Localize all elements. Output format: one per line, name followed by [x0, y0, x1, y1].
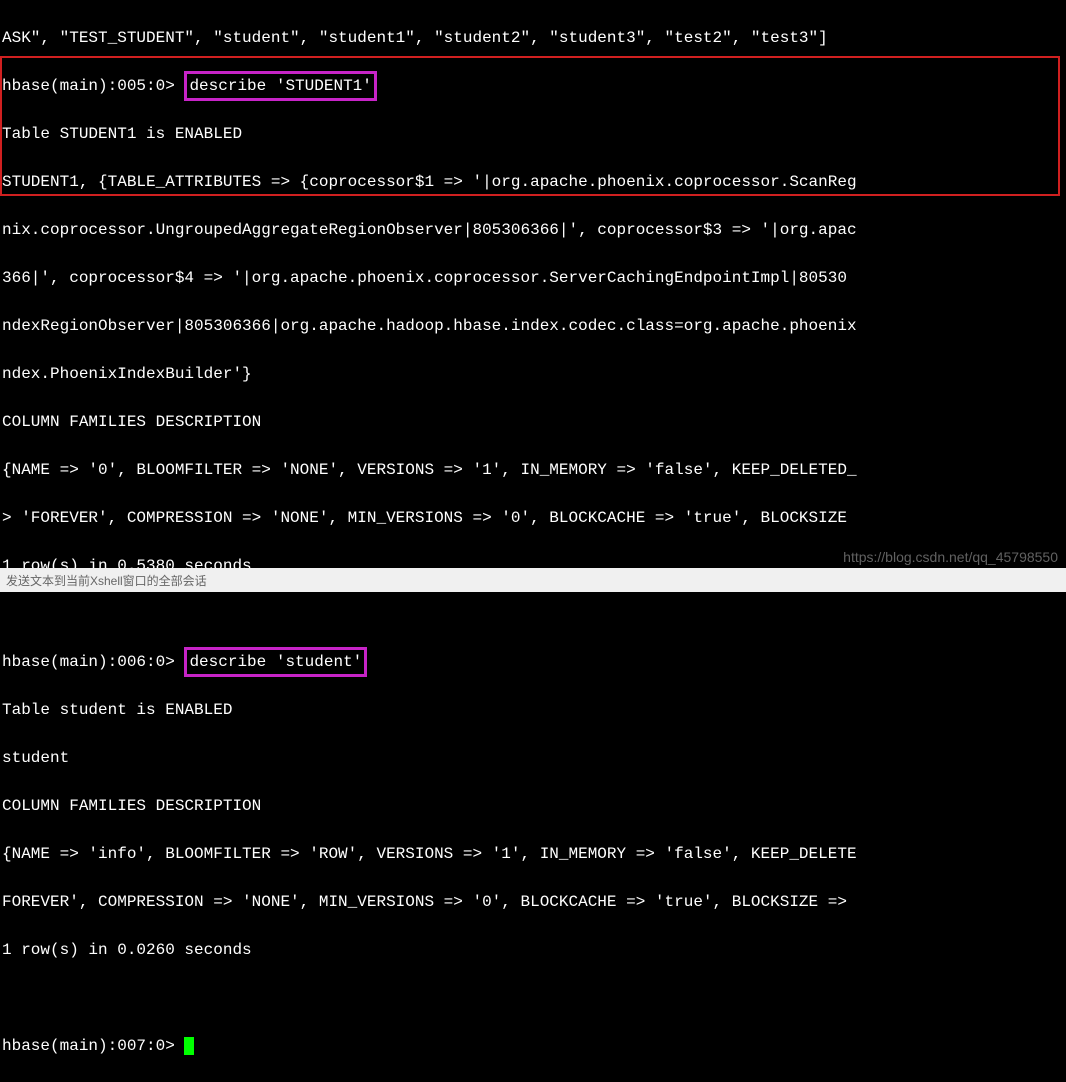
output-line: {NAME => '0', BLOOMFILTER => 'NONE', VER… [2, 458, 1064, 482]
status-bar: 发送文本到当前Xshell窗口的全部会话 [0, 568, 1066, 592]
blank-line [2, 602, 1064, 626]
output-line: ndex.PhoenixIndexBuilder'} [2, 362, 1064, 386]
output-line: STUDENT1, {TABLE_ATTRIBUTES => {coproces… [2, 170, 1064, 194]
output-line: 1 row(s) in 0.0260 seconds [2, 938, 1064, 962]
output-line: {NAME => 'info', BLOOMFILTER => 'ROW', V… [2, 842, 1064, 866]
prompt-prefix: hbase(main):005:0> [2, 77, 184, 95]
output-line: ndexRegionObserver|805306366|org.apache.… [2, 314, 1064, 338]
output-line: 366|', coprocessor$4 => '|org.apache.pho… [2, 266, 1064, 290]
output-line: COLUMN FAMILIES DESCRIPTION [2, 410, 1064, 434]
prompt-line: hbase(main):005:0> describe 'STUDENT1' [2, 74, 1064, 98]
output-line: nix.coprocessor.UngroupedAggregateRegion… [2, 218, 1064, 242]
output-line: student [2, 746, 1064, 770]
output-line: FOREVER', COMPRESSION => 'NONE', MIN_VER… [2, 890, 1064, 914]
command-highlight: describe 'STUDENT1' [184, 71, 376, 101]
watermark-text: https://blog.csdn.net/qq_45798550 [843, 547, 1058, 568]
prompt-prefix: hbase(main):006:0> [2, 653, 184, 671]
output-line: > 'FOREVER', COMPRESSION => 'NONE', MIN_… [2, 506, 1064, 530]
cursor[interactable] [184, 1037, 194, 1055]
prompt-line: hbase(main):007:0> [2, 1034, 1064, 1058]
blank-line [2, 986, 1064, 1010]
terminal-output[interactable]: ASK", "TEST_STUDENT", "student", "studen… [2, 2, 1064, 1082]
output-line: COLUMN FAMILIES DESCRIPTION [2, 794, 1064, 818]
output-line: Table student is ENABLED [2, 698, 1064, 722]
command-highlight: describe 'student' [184, 647, 367, 677]
prompt-prefix: hbase(main):007:0> [2, 1037, 184, 1055]
status-text: 发送文本到当前Xshell窗口的全部会话 [6, 574, 207, 588]
output-line: Table STUDENT1 is ENABLED [2, 122, 1064, 146]
prompt-line: hbase(main):006:0> describe 'student' [2, 650, 1064, 674]
output-line: ASK", "TEST_STUDENT", "student", "studen… [2, 26, 1064, 50]
